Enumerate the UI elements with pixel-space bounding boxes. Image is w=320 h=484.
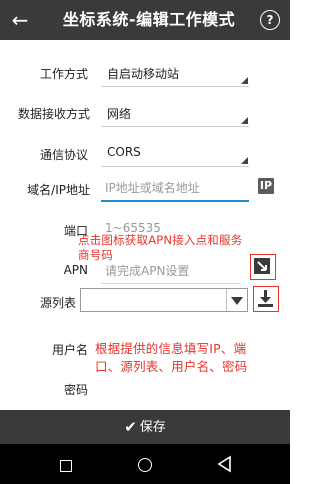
data-receive-select[interactable]: 网络	[101, 100, 249, 127]
password-input[interactable]	[101, 375, 249, 401]
apn-fetch-icon	[254, 258, 270, 274]
ip-icon[interactable]: IP	[258, 178, 274, 194]
work-mode-label: 工作方式	[39, 67, 88, 81]
source-table-label: 源列表	[39, 296, 76, 310]
fill-hint-line2: 口、源列表、用户名、密码	[95, 359, 248, 374]
domain-placeholder: IP地址或域名地址	[105, 181, 200, 195]
dropdown-corner-icon	[241, 157, 248, 164]
domain-label: 域名/IP地址	[27, 183, 90, 197]
source-dropdown-button[interactable]	[226, 289, 247, 311]
back-arrow-icon[interactable]: ←	[6, 5, 34, 35]
screen: ← 坐标系统-编辑工作模式 ? 工作方式 自启动移动站 数据接收方式 网络 通信…	[0, 0, 290, 484]
system-nav-bar	[0, 444, 290, 484]
fill-hint-line1: 根据提供的信息填写IP、端	[95, 341, 247, 356]
protocol-select[interactable]: CORS	[101, 140, 249, 167]
username-label: 用户名	[51, 343, 88, 357]
source-table-select[interactable]	[80, 288, 248, 312]
protocol-value: CORS	[107, 145, 141, 159]
dropdown-corner-icon	[241, 117, 248, 124]
dropdown-corner-icon	[241, 77, 248, 84]
source-download-button[interactable]	[253, 286, 279, 312]
password-label: 密码	[63, 383, 88, 397]
save-button-content: ✔ 保存	[0, 410, 290, 444]
save-label: 保存	[139, 420, 166, 435]
data-receive-value: 网络	[107, 107, 132, 121]
domain-input[interactable]: IP地址或域名地址	[101, 174, 249, 202]
apn-input[interactable]: 请完成APN设置	[101, 257, 241, 284]
apn-fetch-button[interactable]	[250, 254, 276, 280]
app-header: ← 坐标系统-编辑工作模式 ?	[0, 0, 290, 40]
protocol-label: 通信协议	[39, 148, 88, 162]
home-icon[interactable]	[138, 458, 152, 472]
chevron-down-icon	[231, 297, 243, 305]
work-mode-value: 自启动移动站	[107, 67, 180, 81]
help-icon[interactable]: ?	[260, 10, 280, 30]
apn-hint-line1: 点击图标获取APN接入点和服务	[78, 233, 243, 247]
apn-label: APN	[63, 263, 88, 277]
save-button[interactable]: ✔ 保存	[0, 410, 290, 444]
apn-placeholder: 请完成APN设置	[105, 264, 190, 278]
recent-apps-icon[interactable]	[60, 460, 72, 472]
data-receive-label: 数据接收方式	[17, 107, 90, 121]
check-icon: ✔	[124, 418, 137, 436]
download-icon	[258, 290, 273, 307]
work-mode-select[interactable]: 自启动移动站	[101, 60, 249, 87]
page-title: 坐标系统-编辑工作模式	[62, 10, 236, 29]
back-triangle-icon[interactable]	[216, 455, 234, 473]
